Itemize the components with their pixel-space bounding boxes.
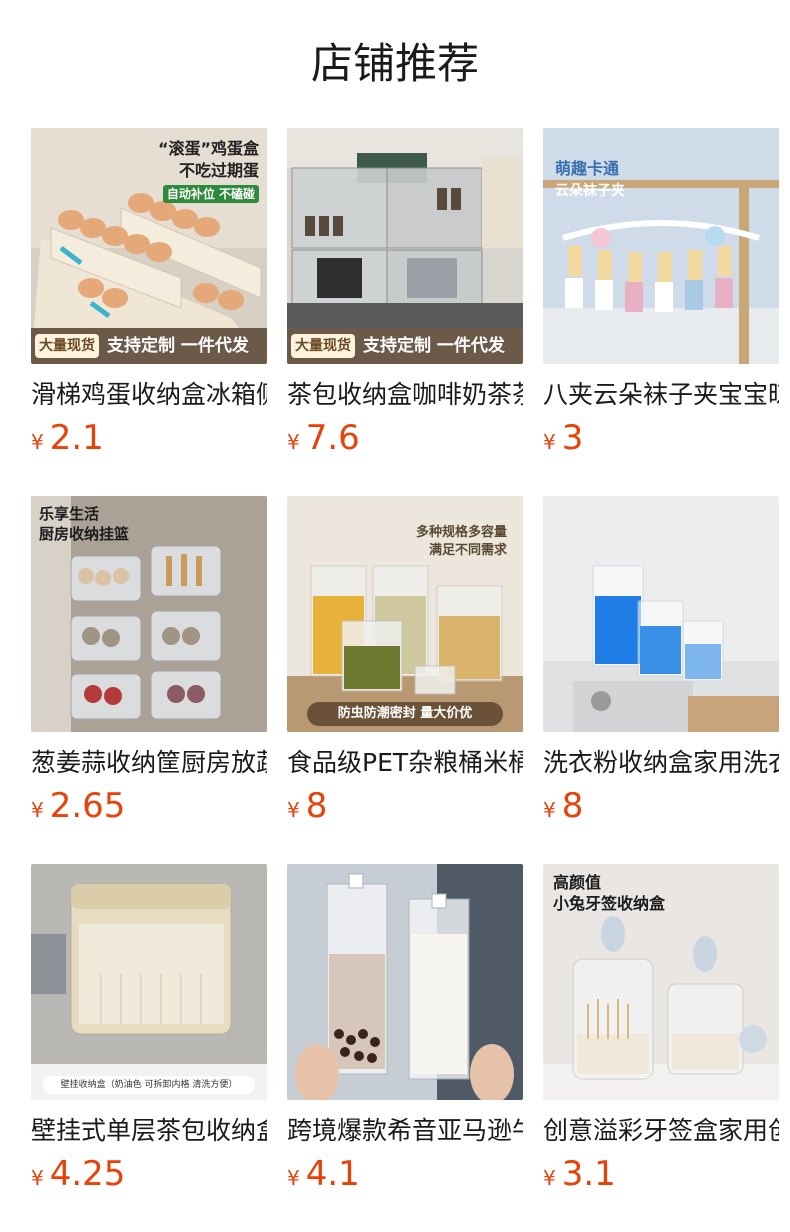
price: ¥2.1 — [31, 418, 267, 464]
price-value: 2.1 — [49, 418, 104, 458]
stock-badge: 大量现货 — [291, 334, 355, 358]
overlay-line1: 多种规格多容量 — [415, 525, 507, 540]
promo-banner: 大量现货 支持定制 一件代发 — [287, 328, 523, 364]
currency-symbol: ¥ — [287, 430, 300, 454]
currency-symbol: ¥ — [543, 430, 556, 454]
product-image[interactable]: “滚蛋”鸡蛋盒 不吃过期蛋 自动补位 不磕碰 大量现货 支持定制 一件代发 — [31, 128, 267, 364]
product-title[interactable]: 茶包收纳盒咖啡奶茶茶 — [287, 378, 523, 412]
product-image[interactable]: 乐享生活 厨房收纳挂篮 — [31, 496, 267, 732]
product-title[interactable]: 滑梯鸡蛋收纳盒冰箱侧 — [31, 378, 267, 412]
product-card[interactable]: “滚蛋”鸡蛋盒 不吃过期蛋 自动补位 不磕碰 大量现货 支持定制 一件代发 滑梯… — [31, 128, 267, 496]
overlay-line2: 不吃过期蛋 — [178, 161, 259, 180]
price-value: 4.1 — [305, 1154, 360, 1194]
product-image[interactable]: 萌趣卡通 云朵袜子夹 — [543, 128, 779, 364]
price-value: 7.6 — [305, 418, 360, 458]
price-value: 8 — [305, 786, 328, 826]
product-title[interactable]: 八夹云朵袜子夹宝宝晾 — [543, 378, 779, 412]
price-value: 2.65 — [49, 786, 126, 826]
overlay-line2: 小兔牙签收纳盒 — [553, 894, 666, 913]
product-image[interactable]: 多种规格多容量 满足不同需求 防虫防潮密封 量大价优 — [287, 496, 523, 732]
product-title[interactable]: 壁挂式单层茶包收纳盒 — [31, 1114, 267, 1148]
product-card[interactable]: 乐享生活 厨房收纳挂篮 葱姜蒜收纳筐厨房放蔬 ¥2.65 — [31, 496, 267, 864]
product-card[interactable]: 高颜值 小兔牙签收纳盒 创意溢彩牙签盒家用创 ¥3.1 — [543, 864, 779, 1232]
price: ¥8 — [287, 786, 523, 832]
product-title[interactable]: 葱姜蒜收纳筐厨房放蔬 — [31, 746, 267, 780]
overlay-line2: 厨房收纳挂篮 — [39, 525, 130, 543]
product-card[interactable]: 大量现货 支持定制 一件代发 茶包收纳盒咖啡奶茶茶 ¥7.6 — [287, 128, 523, 496]
overlay-line1: “滚蛋”鸡蛋盒 — [157, 139, 259, 158]
overlay-tag: 自动补位 不磕碰 — [162, 185, 259, 203]
wall-tea-box-image — [31, 864, 267, 1100]
section-title: 店铺推荐 — [310, 39, 479, 88]
product-title[interactable]: 创意溢彩牙签盒家用创 — [543, 1114, 779, 1148]
overlay-line1: 萌趣卡通 — [555, 159, 620, 178]
product-card[interactable]: 壁挂收纳盒（奶油色 可拆卸内格 清洗方便） 壁挂式单层茶包收纳盒 ¥4.25 — [31, 864, 267, 1232]
price-value: 4.25 — [49, 1154, 126, 1194]
price-value: 3 — [561, 418, 584, 458]
product-title[interactable]: 洗衣粉收纳盒家用洗衣 — [543, 746, 779, 780]
currency-symbol: ¥ — [543, 798, 556, 822]
product-image[interactable]: 壁挂收纳盒（奶油色 可拆卸内格 清洗方便） — [31, 864, 267, 1100]
price: ¥3 — [543, 418, 779, 464]
promo-banner: 大量现货 支持定制 一件代发 — [31, 328, 267, 364]
overlay-line1: 高颜值 — [553, 873, 602, 892]
banner-text: 支持定制 一件代发 — [363, 336, 505, 356]
product-image[interactable]: 高颜值 小兔牙签收纳盒 — [543, 864, 779, 1100]
currency-symbol: ¥ — [543, 1166, 556, 1190]
overlay-line1: 乐享生活 — [39, 505, 100, 523]
laundry-container-image — [543, 496, 779, 732]
price-value: 3.1 — [561, 1154, 616, 1194]
currency-symbol: ¥ — [287, 1166, 300, 1190]
currency-symbol: ¥ — [287, 798, 300, 822]
product-card[interactable]: 洗衣粉收纳盒家用洗衣 ¥8 — [543, 496, 779, 864]
price: ¥4.1 — [287, 1154, 523, 1200]
product-title[interactable]: 食品级PET杂粮桶米桶 — [287, 746, 523, 780]
price: ¥4.25 — [31, 1154, 267, 1200]
product-title[interactable]: 跨境爆款希音亚马逊牛 — [287, 1114, 523, 1148]
overlay-bottom: 壁挂收纳盒（奶油色 可拆卸内格 清洗方便） — [43, 1076, 255, 1094]
product-grid: “滚蛋”鸡蛋盒 不吃过期蛋 自动补位 不磕碰 大量现货 支持定制 一件代发 滑梯… — [31, 128, 779, 1232]
product-card[interactable]: 多种规格多容量 满足不同需求 防虫防潮密封 量大价优 食品级PET杂粮桶米桶 ¥… — [287, 496, 523, 864]
milk-carton-bottle-image — [287, 864, 523, 1100]
product-image[interactable]: 大量现货 支持定制 一件代发 — [287, 128, 523, 364]
overlay-bottom: 防虫防潮密封 量大价优 — [307, 702, 503, 726]
product-card[interactable]: 萌趣卡通 云朵袜子夹 八夹云朵袜子夹宝宝晾 ¥3 — [543, 128, 779, 496]
currency-symbol: ¥ — [31, 798, 44, 822]
overlay-line2: 云朵袜子夹 — [555, 183, 625, 199]
product-card[interactable]: 跨境爆款希音亚马逊牛 ¥4.1 — [287, 864, 523, 1232]
banner-text: 支持定制 一件代发 — [107, 336, 249, 356]
overlay-line2: 满足不同需求 — [428, 543, 507, 558]
currency-symbol: ¥ — [31, 1166, 44, 1190]
product-image[interactable] — [287, 864, 523, 1100]
price: ¥3.1 — [543, 1154, 779, 1200]
price: ¥2.65 — [31, 786, 267, 832]
product-image[interactable] — [543, 496, 779, 732]
price: ¥8 — [543, 786, 779, 832]
price: ¥7.6 — [287, 418, 523, 464]
price-value: 8 — [561, 786, 584, 826]
currency-symbol: ¥ — [31, 430, 44, 454]
stock-badge: 大量现货 — [35, 334, 99, 358]
